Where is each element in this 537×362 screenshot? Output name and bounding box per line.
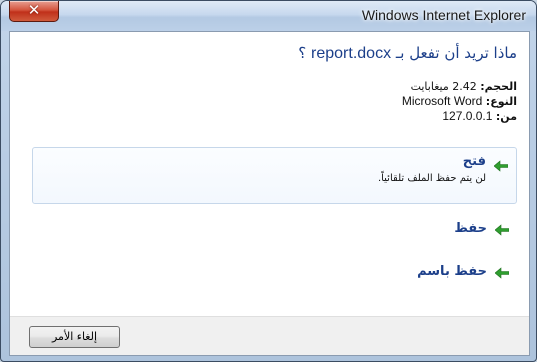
save-as-option[interactable]: حفظ باسم bbox=[32, 260, 517, 286]
open-option[interactable]: فتح لن يتم حفظ الملف تلقائياً. bbox=[32, 147, 517, 204]
from-line: من: 127.0.0.1 bbox=[402, 109, 517, 124]
question-prefix: ماذا تريد أن تفعل بـ bbox=[395, 44, 517, 62]
open-option-label: فتح bbox=[462, 154, 486, 169]
dialog-window: ✕ Windows Internet Explorer ماذا تريد أن… bbox=[0, 0, 537, 362]
size-label: الحجم: bbox=[480, 80, 517, 93]
type-value: Microsoft Word bbox=[401, 94, 483, 108]
dialog-footer: إلغاء الأمر bbox=[10, 316, 529, 355]
dialog-body: ماذا تريد أن تفعل بـ report.docx ؟ الحجم… bbox=[9, 31, 530, 356]
file-name: report.docx bbox=[311, 45, 392, 62]
window-title: Windows Internet Explorer bbox=[361, 7, 526, 23]
green-arrow-icon bbox=[494, 160, 508, 172]
close-button[interactable]: ✕ bbox=[9, 1, 59, 22]
type-line: النوع: Microsoft Word bbox=[402, 94, 517, 109]
type-label: النوع: bbox=[485, 95, 517, 108]
question-suffix: ؟ bbox=[298, 44, 307, 62]
size-value: 2.42 ميغابايت bbox=[410, 80, 477, 93]
from-label: من: bbox=[495, 110, 517, 123]
save-as-option-label: حفظ باسم bbox=[417, 264, 487, 279]
save-option-label: حفظ bbox=[454, 221, 487, 236]
green-arrow-icon bbox=[495, 224, 509, 236]
green-arrow-icon bbox=[495, 267, 509, 279]
open-option-subtitle: لن يتم حفظ الملف تلقائياً. bbox=[377, 173, 486, 184]
file-info: الحجم: 2.42 ميغابايت النوع: Microsoft Wo… bbox=[402, 80, 517, 124]
download-question: ماذا تريد أن تفعل بـ report.docx ؟ bbox=[298, 44, 517, 63]
size-line: الحجم: 2.42 ميغابايت bbox=[402, 80, 517, 94]
close-icon: ✕ bbox=[27, 1, 41, 19]
title-bar[interactable]: ✕ Windows Internet Explorer bbox=[1, 1, 536, 31]
save-option[interactable]: حفظ bbox=[32, 217, 517, 243]
cancel-button[interactable]: إلغاء الأمر bbox=[29, 326, 120, 348]
from-value: 127.0.0.1 bbox=[442, 109, 493, 123]
